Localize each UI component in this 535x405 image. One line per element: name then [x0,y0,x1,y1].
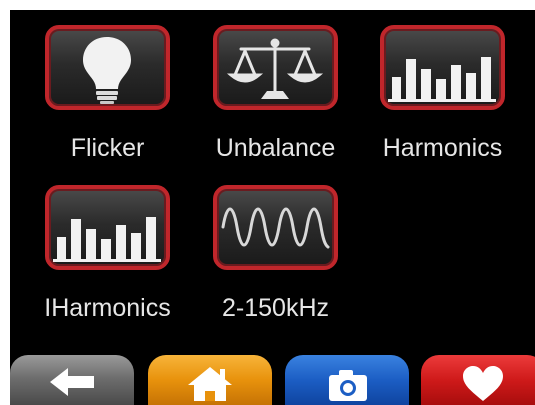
camera-icon [329,370,367,401]
bar-chart-icon [388,57,496,102]
bottom-navbar [10,355,535,405]
lightbulb-icon [83,37,131,104]
harmonics-button[interactable] [380,25,505,110]
home-button[interactable] [148,355,272,405]
tile-label-2-150khz: 2-150kHz [222,294,329,322]
tile-label-flicker: Flicker [70,134,145,162]
app-screen: Flicker Unbalance Harmonics IHarmonics 2… [10,10,535,405]
tile-label-harmonics: Harmonics [382,134,503,162]
bar-chart-icon [53,217,161,262]
sine-wave-icon [221,207,330,249]
tile-label-unbalance: Unbalance [215,134,336,162]
favorites-button[interactable] [421,355,535,405]
back-button[interactable] [10,355,134,405]
unbalance-button[interactable] [213,25,338,110]
flicker-button[interactable] [45,25,170,110]
tile-label-iharmonics: IHarmonics [44,294,171,322]
home-icon [188,367,232,401]
heart-icon [463,366,503,401]
arrow-left-icon [50,368,94,396]
supraharmonics-button[interactable] [213,185,338,270]
balance-scale-icon [226,38,324,99]
screenshot-button[interactable] [285,355,409,405]
iharmonics-button[interactable] [45,185,170,270]
